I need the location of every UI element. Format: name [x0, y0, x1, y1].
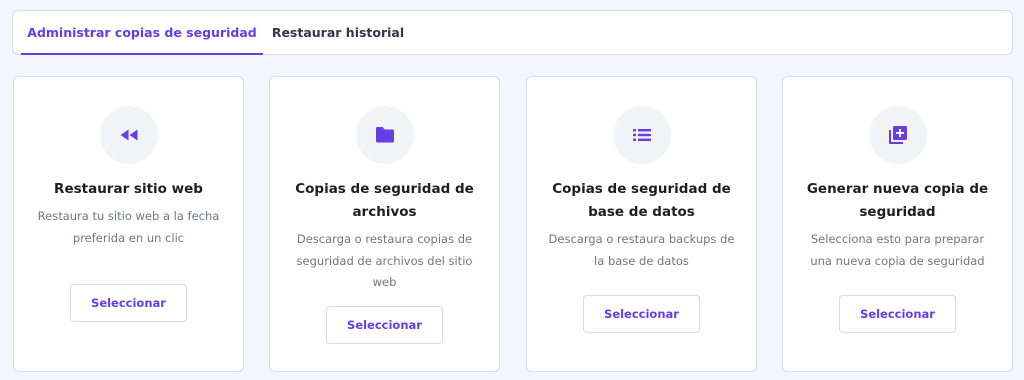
- list-icon: [632, 129, 651, 141]
- card-title: Copias de seguridad de archivos: [295, 181, 474, 220]
- tabs-bar: Administrar copias de seguridad Restaura…: [12, 10, 1013, 55]
- card-database-backups: Copias de seguridad de base de datos Des…: [526, 76, 757, 372]
- card-restore-website: Restaurar sitio web Restaura tu sitio we…: [13, 76, 244, 372]
- icon-circle: [868, 106, 927, 164]
- rewind-icon: [120, 129, 137, 141]
- icon-circle: [612, 106, 671, 164]
- card-generate-backup: Generar nueva copia de seguridad Selecci…: [782, 76, 1013, 372]
- select-database-backups-button[interactable]: Seleccionar: [583, 295, 700, 333]
- tab-restore-history[interactable]: Restaurar historial: [263, 11, 413, 54]
- select-file-backups-button[interactable]: Seleccionar: [326, 306, 443, 344]
- icon-circle: [99, 106, 158, 164]
- select-restore-website-button[interactable]: Seleccionar: [70, 284, 187, 322]
- add-copy-icon: [888, 126, 907, 144]
- card-description: Descarga o restaura copias de seguridad …: [296, 232, 473, 289]
- card-description: Selecciona esto para preparar una nueva …: [810, 232, 985, 268]
- folder-icon: [375, 127, 394, 143]
- card-title: Restaurar sitio web: [54, 181, 203, 197]
- card-description: Descarga o restaura backups de la base d…: [548, 232, 735, 268]
- select-generate-backup-button[interactable]: Seleccionar: [839, 295, 956, 333]
- tab-manage-backups[interactable]: Administrar copias de seguridad: [21, 11, 263, 55]
- card-file-backups: Copias de seguridad de archivos Descarga…: [269, 76, 500, 372]
- icon-circle: [355, 106, 414, 164]
- card-description: Restaura tu sitio web a la fecha preferi…: [37, 209, 220, 245]
- card-title: Generar nueva copia de seguridad: [806, 181, 989, 220]
- card-title: Copias de seguridad de base de datos: [552, 181, 731, 220]
